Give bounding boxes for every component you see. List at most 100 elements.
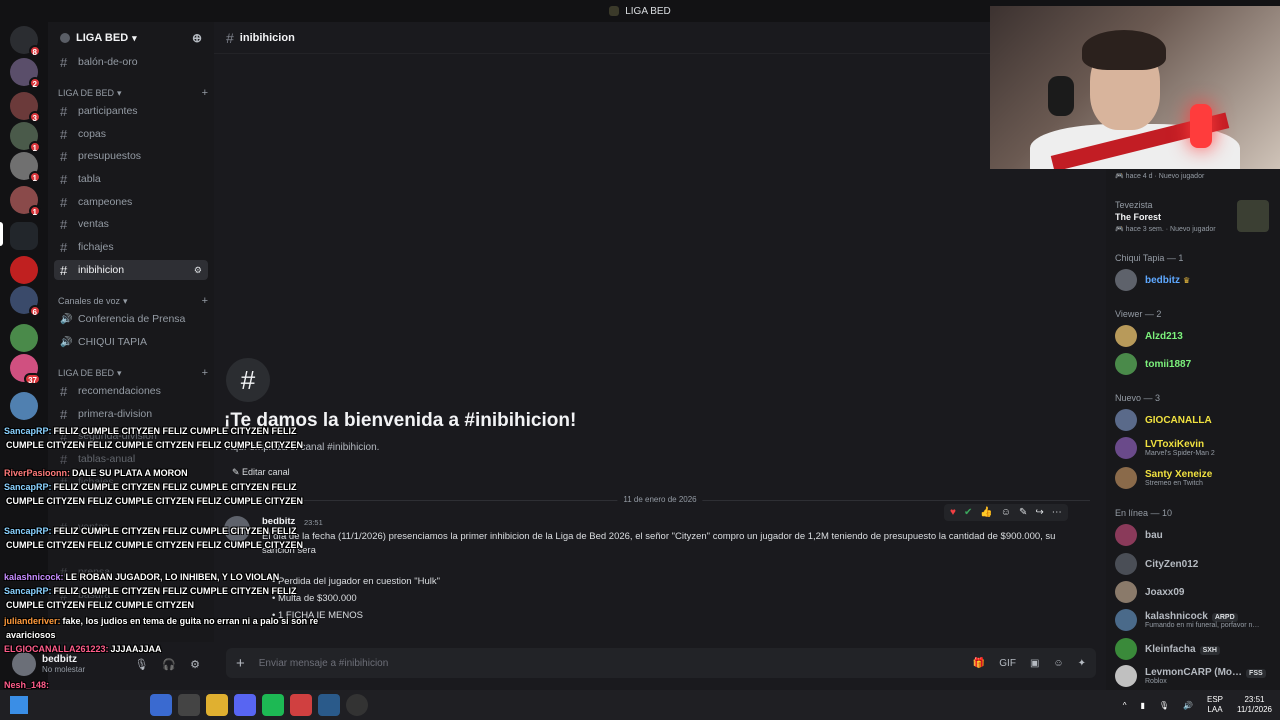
emoji-icon[interactable]: ☺	[1053, 658, 1063, 669]
server-icon[interactable]: 6	[10, 286, 41, 317]
windows-start-icon[interactable]	[10, 696, 28, 714]
add-channel-icon[interactable]: +	[202, 295, 208, 307]
discord-home-icon[interactable]: 8	[10, 26, 41, 57]
server-icon[interactable]: 1	[10, 152, 41, 183]
avatar	[1115, 409, 1137, 431]
channel-label: fichajes	[78, 241, 114, 253]
channel-recomendaciones[interactable]: # recomendaciones	[54, 381, 208, 401]
add-reaction-icon[interactable]: ☺	[1001, 507, 1011, 518]
app-icon[interactable]	[178, 694, 200, 716]
heart-react-icon[interactable]: ♥	[950, 507, 956, 518]
member-group-label: Chiqui Tapia — 1	[1115, 253, 1184, 263]
app-icon[interactable]	[150, 694, 172, 716]
chrome-icon[interactable]	[290, 694, 312, 716]
channel-inibihicion[interactable]: # inibihicion ⚙	[54, 260, 208, 280]
webcam-overlay	[990, 6, 1280, 169]
server-icon[interactable]: 2	[10, 58, 41, 89]
obs-icon[interactable]	[346, 694, 368, 716]
stream-chat-user: SancapRP:	[4, 482, 52, 492]
stream-chat-user: Nesh_148:	[4, 680, 50, 690]
category-header[interactable]: LIGA DE BED ▾ +	[58, 367, 208, 379]
member-item[interactable]: bedbitz ♛	[1115, 267, 1275, 293]
hash-icon: #	[60, 383, 68, 399]
thumbs-up-icon[interactable]: 👍	[980, 507, 992, 518]
member-item[interactable]: Joaxx09	[1115, 579, 1275, 605]
channel-presupuestos[interactable]: # presupuestos	[54, 146, 208, 166]
member-item[interactable]: CityZen012	[1115, 551, 1275, 577]
channel-ventas[interactable]: # ventas	[54, 214, 208, 234]
add-channel-icon[interactable]: +	[202, 367, 208, 379]
channel-settings-icon[interactable]: ⚙	[194, 265, 202, 276]
channel-campeones[interactable]: # campeones	[54, 192, 208, 212]
channel-balon-de-oro[interactable]: # balón-de-oro	[54, 52, 208, 72]
member-item[interactable]: bau	[1115, 522, 1275, 548]
member-tag: SXH	[1199, 645, 1220, 655]
discord-icon[interactable]	[234, 694, 256, 716]
spotify-icon[interactable]	[262, 694, 284, 716]
channel-label: recomendaciones	[78, 385, 161, 397]
stream-chat-user: RiverPasioonn:	[4, 468, 71, 478]
channel-label: Conferencia de Prensa	[78, 313, 186, 325]
server-icon[interactable]	[10, 256, 38, 284]
member-item[interactable]: tomii1887	[1115, 351, 1275, 377]
edit-icon[interactable]: ✎	[1019, 507, 1027, 518]
channel-copas[interactable]: # copas	[54, 124, 208, 144]
member-item[interactable]: GIOCANALLA	[1115, 407, 1275, 433]
server-icon	[609, 6, 620, 16]
stream-chat-user: SancapRP:	[4, 586, 52, 596]
gift-icon[interactable]: 🎁	[973, 658, 985, 669]
member-item[interactable]: LVToxiKevin Marvel's Spider-Man 2	[1115, 435, 1275, 461]
stream-chat-text: CUMPLE CITYZEN FELIZ CUMPLE CITYZEN FELI…	[6, 440, 303, 450]
member-item[interactable]: Santy Xeneize Stremeo en Twitch	[1115, 465, 1275, 491]
apps-icon[interactable]: ✦	[1078, 658, 1086, 669]
server-icon[interactable]: 1	[10, 186, 41, 217]
reply-icon[interactable]: ↪	[1035, 507, 1043, 518]
server-icon[interactable]	[10, 324, 38, 352]
channel-participantes[interactable]: # participantes	[54, 101, 208, 121]
channel-primera-division[interactable]: # primera-division	[54, 404, 208, 424]
hash-icon: #	[60, 148, 68, 164]
folder-icon[interactable]	[206, 694, 228, 716]
voice-channel[interactable]: 🔊 Conferencia de Prensa	[54, 309, 208, 329]
app-icon[interactable]	[318, 694, 340, 716]
voice-channel[interactable]: 🔊 CHIQUI TAPIA	[54, 332, 208, 352]
language-indicator[interactable]: ESP LAA	[1207, 695, 1223, 715]
stream-chat-line: CUMPLE CITYZEN FELIZ CUMPLE CITYZEN FELI…	[4, 538, 400, 552]
server-icon-liga-bed[interactable]	[10, 222, 38, 250]
hash-icon: #	[60, 171, 68, 187]
server-icon[interactable]: 3	[10, 92, 41, 123]
check-react-icon[interactable]: ✔	[964, 507, 972, 518]
clock[interactable]: 23:51 11/1/2026	[1237, 695, 1272, 715]
member-item[interactable]: kalashnicock ARPD Fumando en mi funeral, p…	[1115, 607, 1275, 633]
hash-icon: #	[60, 54, 68, 70]
member-item[interactable]: LevmonCARP (Mo… FSS Roblox	[1115, 663, 1275, 689]
server-header[interactable]: LIGA BED ▾ ⊕	[48, 22, 214, 54]
discord-window: LIGA BED 8 2 3 1 1 1 6 37 LIGA BED ▾ ⊕ #…	[0, 0, 1280, 720]
gif-icon[interactable]: GIF	[999, 658, 1016, 669]
member-tag: FSS	[1246, 669, 1266, 678]
stream-chat-line: avariciosos	[4, 628, 400, 642]
microphone-icon[interactable]: 🎙	[1159, 701, 1169, 710]
volume-icon[interactable]: 🔊	[1183, 701, 1193, 710]
sticker-icon[interactable]: ▣	[1030, 658, 1039, 669]
member-item[interactable]: Kleinfacha SXH	[1115, 636, 1275, 662]
member-item[interactable]: Alzd213	[1115, 323, 1275, 349]
avatar	[1115, 524, 1137, 546]
avatar	[1115, 467, 1137, 489]
add-member-icon[interactable]: ⊕	[192, 31, 202, 45]
battery-icon[interactable]: ▮	[1140, 701, 1144, 710]
add-channel-icon[interactable]: +	[202, 87, 208, 99]
chevron-up-icon[interactable]: ^	[1123, 701, 1127, 710]
server-icon[interactable]: 1	[10, 122, 41, 153]
system-tray: ^ ▮ 🎙 🔊 ESP LAA 23:51 11/1/2026	[1123, 690, 1272, 720]
stream-chat-line: RiverPasioonn: DALE SU PLATA A MORON	[4, 466, 400, 480]
channel-tabla[interactable]: # tabla	[54, 169, 208, 189]
server-icon[interactable]: 37	[10, 354, 41, 385]
server-icon[interactable]	[10, 392, 38, 420]
channel-label: primera-division	[78, 408, 153, 420]
category-header[interactable]: Canales de voz ▾ +	[58, 295, 208, 307]
category-header[interactable]: LIGA DE BED ▾ +	[58, 87, 208, 99]
channel-fichajes[interactable]: # fichajes	[54, 237, 208, 257]
more-icon[interactable]: ⋯	[1052, 507, 1062, 518]
activity-line: 🎮 hace 3 sem. · Nuevo jugador	[1115, 226, 1216, 233]
